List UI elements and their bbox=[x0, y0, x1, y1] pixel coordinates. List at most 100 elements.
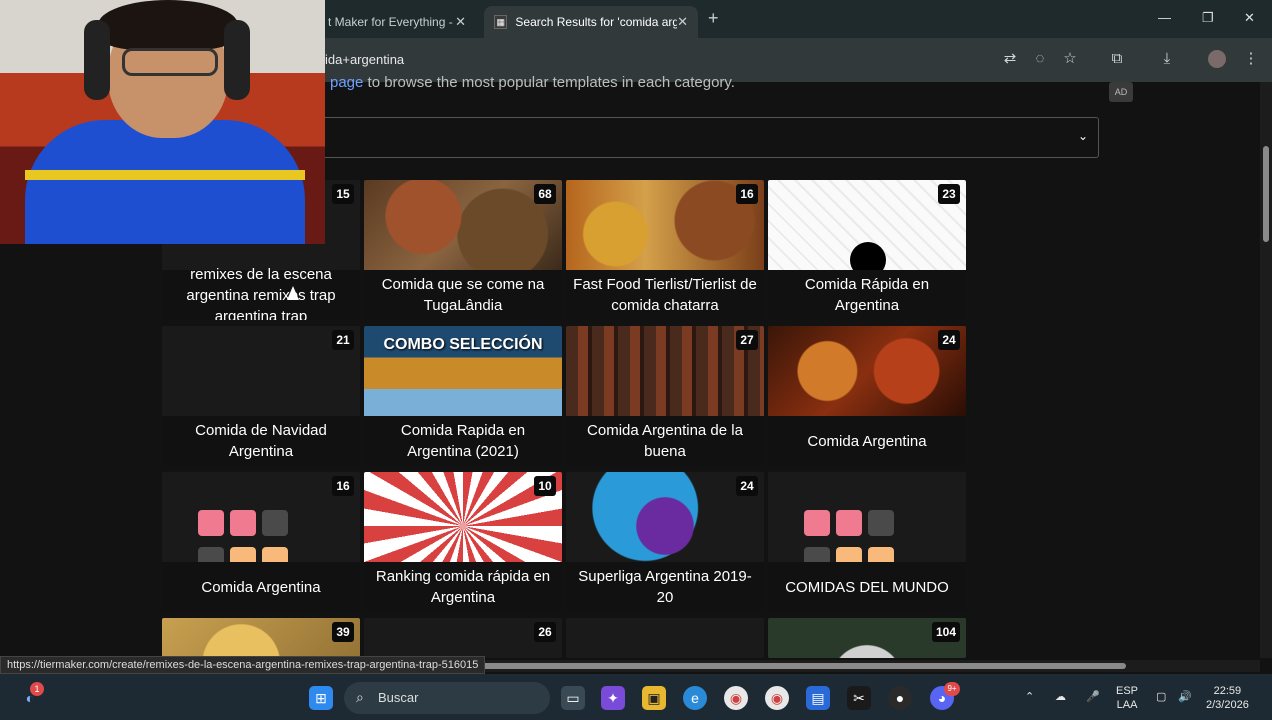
extensions-icon[interactable]: ⧉ bbox=[1108, 50, 1126, 68]
edge-icon[interactable]: e bbox=[683, 686, 707, 710]
volume-icon[interactable]: 🔊 bbox=[1178, 690, 1192, 704]
card-title: Superliga Argentina 2019-20 bbox=[566, 562, 764, 612]
template-card[interactable]: 104 bbox=[768, 618, 966, 658]
shirt-stripe bbox=[25, 170, 305, 180]
date: 2/3/2026 bbox=[1206, 699, 1249, 711]
store-icon[interactable]: ▤ bbox=[806, 686, 830, 710]
chrome-profile-icon[interactable]: ◉ bbox=[765, 686, 789, 710]
item-count-badge: 16 bbox=[332, 476, 354, 496]
clock[interactable]: 22:59 2/3/2026 bbox=[1206, 684, 1249, 712]
download-icon[interactable]: ⤓ bbox=[1158, 50, 1176, 68]
close-window-icon[interactable]: ✕ bbox=[1244, 10, 1255, 26]
card-thumbnail bbox=[364, 180, 562, 270]
mouse-cursor-icon bbox=[287, 286, 299, 300]
new-tab-icon[interactable]: + bbox=[708, 8, 719, 29]
tab-tiermaker[interactable]: t Maker for Everything - ✕ bbox=[318, 6, 476, 38]
discord-badge: 9+ bbox=[944, 682, 960, 696]
popular-page-link[interactable]: page bbox=[330, 74, 363, 91]
template-card[interactable]: 10 Ranking comida rápida en Argentina bbox=[364, 472, 562, 612]
cloud-icon[interactable]: ☁ bbox=[1055, 690, 1066, 704]
card-title: Ranking comida rápida en Argentina bbox=[364, 562, 562, 612]
card-thumbnail bbox=[768, 472, 966, 610]
copilot-app-icon[interactable]: ✦ bbox=[601, 686, 625, 710]
card-thumbnail bbox=[566, 472, 764, 562]
tab-title: Search Results for 'comida arge bbox=[515, 15, 678, 29]
card-thumbnail: COMBO SELECCIÓN bbox=[364, 326, 562, 416]
card-title: Comida que se come na TugaLândia bbox=[364, 270, 562, 320]
obs-icon[interactable]: ● bbox=[888, 686, 912, 710]
card-thumbnail bbox=[162, 618, 360, 658]
headphones-right-icon bbox=[224, 20, 250, 100]
card-thumbnail bbox=[566, 326, 764, 416]
card-thumbnail bbox=[364, 472, 562, 562]
person-shirt bbox=[25, 120, 305, 244]
link-status-bar: https://tiermaker.com/create/remixes-de-… bbox=[0, 656, 486, 674]
template-card[interactable]: 39 bbox=[162, 618, 360, 658]
vertical-scrollbar[interactable] bbox=[1260, 82, 1272, 658]
item-count-badge: 24 bbox=[938, 330, 960, 350]
card-thumbnail bbox=[566, 618, 764, 658]
intro-text: page to browse the most popular template… bbox=[330, 74, 735, 91]
eye-off-icon[interactable]: ◌ bbox=[1031, 50, 1049, 68]
restore-icon[interactable]: ❐ bbox=[1202, 10, 1214, 26]
item-count-badge: 15 bbox=[332, 184, 354, 204]
profile-avatar[interactable] bbox=[1208, 50, 1226, 68]
chrome-icon[interactable]: ◉ bbox=[724, 686, 748, 710]
screen: { "browser": { "tabs": [ {"title": "t Ma… bbox=[0, 0, 1272, 720]
card-title: Comida Argentina bbox=[768, 416, 966, 466]
tray-chevron-up-icon[interactable]: ⌃ bbox=[1025, 690, 1034, 704]
notification-badge: 1 bbox=[30, 682, 44, 696]
template-card[interactable]: 16 Comida Argentina bbox=[162, 472, 360, 612]
menu-kebab-icon[interactable]: ⋮ bbox=[1242, 50, 1260, 68]
language-indicator[interactable]: ESP LAA bbox=[1116, 684, 1138, 712]
template-card[interactable]: 27 Comida Argentina de la buena bbox=[566, 326, 764, 466]
webcam-overlay bbox=[0, 0, 325, 244]
close-icon[interactable]: ✕ bbox=[677, 14, 688, 30]
microphone-icon[interactable]: 🎤 bbox=[1086, 690, 1100, 704]
category-select[interactable]: ⌄ bbox=[320, 117, 1099, 158]
item-count-badge: 23 bbox=[938, 184, 960, 204]
close-icon[interactable]: ✕ bbox=[455, 14, 466, 30]
network-icon[interactable]: ▢ bbox=[1156, 690, 1166, 704]
item-count-badge: 26 bbox=[534, 622, 556, 642]
task-view-icon[interactable]: ▭ bbox=[561, 686, 585, 710]
template-card[interactable] bbox=[566, 618, 764, 658]
windows-start-icon[interactable]: ⊞ bbox=[309, 686, 333, 710]
glasses-icon bbox=[122, 48, 218, 76]
card-thumbnail bbox=[768, 326, 966, 416]
item-count-badge: 104 bbox=[931, 622, 960, 642]
translate-icon[interactable]: ⇄ bbox=[1001, 50, 1019, 68]
item-count-badge: 39 bbox=[332, 622, 354, 642]
windows-taskbar bbox=[0, 674, 1272, 720]
time: 22:59 bbox=[1213, 685, 1242, 697]
address-bar[interactable]: ida+argentina bbox=[325, 52, 404, 67]
template-card[interactable]: 68 Comida que se come na TugaLândia bbox=[364, 180, 562, 320]
item-count-badge: 68 bbox=[534, 184, 556, 204]
card-title: Fast Food Tierlist/Tierlist de comida ch… bbox=[566, 270, 764, 320]
item-count-badge: 27 bbox=[736, 330, 758, 350]
template-card[interactable]: COMIDAS DEL MUNDO bbox=[768, 472, 966, 612]
template-card[interactable]: 24 Comida Argentina bbox=[768, 326, 966, 466]
template-card[interactable]: 23 Comida Rápida en Argentina bbox=[768, 180, 966, 320]
file-explorer-icon[interactable]: ▣ bbox=[642, 686, 666, 710]
bookmark-star-icon[interactable]: ☆ bbox=[1061, 50, 1079, 68]
template-card[interactable]: 26 bbox=[364, 618, 562, 658]
tiermaker-favicon-icon: ▦ bbox=[494, 15, 508, 29]
minimize-icon[interactable]: — bbox=[1158, 10, 1171, 25]
card-title: Comida Rápida en Argentina bbox=[768, 270, 966, 320]
search-icon: ⌕ bbox=[356, 689, 364, 705]
template-card[interactable]: 24 Superliga Argentina 2019-20 bbox=[566, 472, 764, 612]
capcut-icon[interactable]: ✂ bbox=[847, 686, 871, 710]
card-thumbnail bbox=[162, 326, 360, 416]
card-title: Comida de Navidad Argentina bbox=[162, 416, 360, 466]
intro-rest: to browse the most popular templates in … bbox=[363, 74, 735, 91]
card-title: Comida Rapida en Argentina (2021) bbox=[364, 416, 562, 466]
taskbar-search[interactable]: ⌕ Buscar bbox=[344, 682, 550, 714]
template-card[interactable]: 21 Comida de Navidad Argentina bbox=[162, 326, 360, 466]
template-card[interactable]: 16 Fast Food Tierlist/Tierlist de comida… bbox=[566, 180, 764, 320]
scroll-thumb[interactable] bbox=[1263, 146, 1269, 242]
template-card[interactable]: COMBO SELECCIÓN Comida Rapida en Argenti… bbox=[364, 326, 562, 466]
chevron-down-icon: ⌄ bbox=[1077, 129, 1088, 143]
person-hair bbox=[98, 0, 238, 50]
tab-search-results[interactable]: ▦ Search Results for 'comida arge ✕ bbox=[484, 6, 698, 38]
